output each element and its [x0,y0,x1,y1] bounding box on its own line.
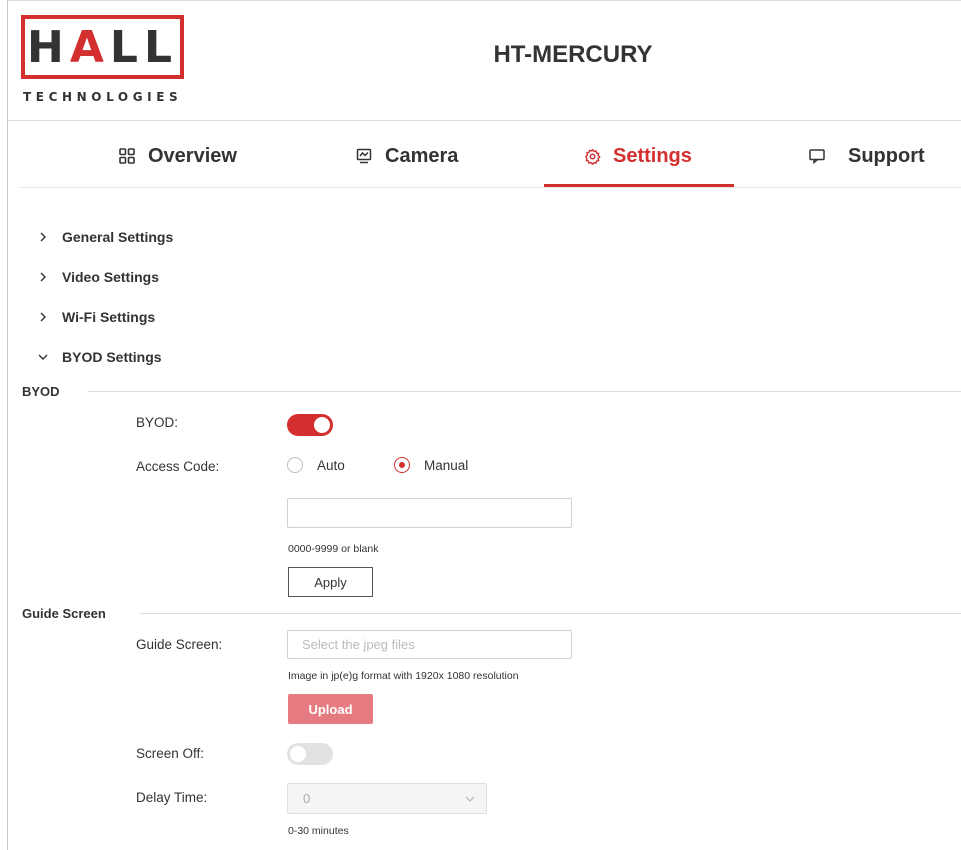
main-tabs: Overview Camera Settings Support [20,125,961,188]
toggle-knob [314,417,330,433]
accordion-label: General Settings [62,229,174,245]
byod-section-title: BYOD [22,384,60,399]
access-code-hint: 0000-9999 or blank [288,543,379,555]
byod-label: BYOD: [136,415,179,430]
toggle-knob [290,746,306,762]
tab-label: Support [848,144,925,167]
screen-off-toggle[interactable] [287,743,333,765]
chevron-down-icon [464,793,476,805]
tab-camera[interactable]: Camera [355,125,458,187]
guide-screen-section-title: Guide Screen [22,606,106,621]
page-title: HT-MERCURY [493,41,653,68]
tab-support[interactable]: Support [808,125,925,187]
access-code-input[interactable] [287,498,572,528]
chevron-right-icon [36,230,50,244]
chat-icon [808,147,826,165]
accordion-byod-settings[interactable]: BYOD Settings [36,347,162,367]
guide-file-input[interactable] [287,630,572,659]
accordion-label: BYOD Settings [62,349,162,365]
radio-label: Manual [424,457,469,473]
guide-screen-label: Guide Screen: [136,637,223,652]
guide-file-hint: Image in jp(e)g format with 1920x 1080 r… [288,670,519,682]
camera-monitor-icon [355,147,373,165]
chevron-right-icon [36,310,50,324]
app-header: HALL TECHNOLOGIES HT-MERCURY [8,1,961,121]
delay-time-label: Delay Time: [136,790,208,805]
hall-technologies-logo: HALL TECHNOLOGIES [21,15,206,110]
select-value: 0 [303,791,311,806]
section-divider [88,391,961,392]
logo-word-text: HALL [27,21,178,73]
logo-word: HALL [21,15,184,79]
radio-dot [394,457,410,473]
radio-dot [287,457,303,473]
accordion-general-settings[interactable]: General Settings [36,227,173,247]
tab-overview[interactable]: Overview [118,125,237,187]
accordion-label: Video Settings [62,269,159,285]
accordion-wifi-settings[interactable]: Wi-Fi Settings [36,307,155,327]
access-code-label: Access Code: [136,459,220,474]
logo-subtitle: TECHNOLOGIES [23,90,183,104]
radio-label: Auto [317,457,345,473]
upload-button[interactable]: Upload [288,694,373,724]
active-tab-indicator [544,184,734,187]
section-divider [140,613,961,614]
apply-button[interactable]: Apply [288,567,373,597]
screen-off-label: Screen Off: [136,746,205,761]
byod-toggle[interactable] [287,414,333,436]
accordion-label: Wi-Fi Settings [62,309,156,325]
gear-icon [583,147,601,165]
tab-label: Settings [613,144,692,167]
tab-label: Camera [385,144,459,167]
delay-time-hint: 0-30 minutes [288,825,349,837]
delay-time-select[interactable]: 0 [287,783,487,814]
access-code-manual-radio[interactable]: Manual [394,457,468,473]
tab-label: Overview [148,144,237,167]
access-code-auto-radio[interactable]: Auto [287,457,345,473]
window-left-border [7,0,8,850]
chevron-right-icon [36,270,50,284]
tab-settings[interactable]: Settings [583,125,692,187]
grid-icon [118,147,136,165]
accordion-video-settings[interactable]: Video Settings [36,267,159,287]
chevron-down-icon [36,350,50,364]
